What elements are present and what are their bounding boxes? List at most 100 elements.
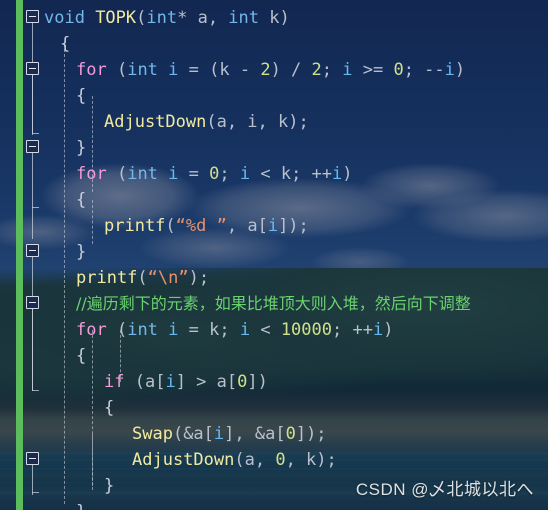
code-token: 0 (393, 60, 404, 80)
code-token: 0 (237, 372, 248, 392)
code-token: = (k - (178, 60, 261, 80)
code-line[interactable]: { (0, 395, 114, 421)
code-token: for (76, 320, 107, 340)
code-token: for (76, 60, 107, 80)
code-line[interactable]: for (int i = k; i < 10000; ++i) (0, 317, 393, 343)
code-token: ( (136, 8, 147, 28)
code-token: k) (259, 8, 290, 28)
code-line[interactable]: for (int i = (k - 2) / 2; i >= 0; --i) (0, 57, 465, 83)
code-token: “\n” (147, 268, 189, 288)
code-token: { (76, 86, 87, 106)
code-line[interactable]: { (0, 187, 86, 213)
code-token: { (76, 190, 87, 210)
code-token: (a, (234, 450, 276, 470)
code-token: printf (104, 216, 166, 236)
code-token: ]) (247, 372, 268, 392)
code-token: int (228, 8, 260, 28)
code-line[interactable]: } (0, 239, 86, 265)
code-token: < k; ++ (250, 164, 333, 184)
code-token: (a[ (124, 372, 166, 392)
code-token: } (104, 476, 115, 496)
code-token: ) / (270, 60, 312, 80)
code-token: = (178, 164, 210, 184)
code-token: , k); (285, 450, 337, 470)
code-token: { (104, 398, 115, 418)
code-token: 2 (311, 60, 322, 80)
code-token: } (76, 502, 86, 510)
code-line[interactable]: Swap(&a[i], &a[0]); (0, 421, 327, 447)
code-line[interactable]: } (0, 473, 114, 499)
code-token: void (44, 8, 96, 28)
code-token: i (267, 216, 279, 236)
code-token: i (332, 164, 343, 184)
code-token: { (60, 34, 71, 54)
code-token: AdjustDown (132, 450, 235, 470)
code-token: ; ++ (332, 320, 373, 340)
code-token: Swap (132, 424, 173, 444)
csdn-watermark: CSDN @乄北城以北へ (355, 480, 534, 499)
code-token: } (76, 138, 87, 158)
code-token: “%d ” (175, 216, 227, 236)
code-line[interactable]: AdjustDown(a, 0, k); (0, 447, 337, 473)
code-token: ; -- (403, 60, 445, 80)
code-token: ]); (278, 216, 309, 236)
code-token: ], &a[ (224, 424, 286, 444)
code-line[interactable]: printf(“%d ”, a[i]); (0, 213, 309, 239)
code-token: ( (106, 60, 128, 80)
code-line[interactable]: for (int i = 0; i < k; ++i) (0, 161, 353, 187)
code-line[interactable]: printf(“\n”); (0, 265, 209, 291)
code-token: ]); (295, 424, 327, 444)
code-line[interactable]: { (0, 31, 70, 57)
code-token: } (76, 242, 87, 262)
code-token: * a, (177, 8, 229, 28)
code-token: int (127, 164, 158, 184)
code-token: i (168, 320, 179, 340)
code-token: ( (137, 268, 148, 288)
code-token: int (127, 60, 158, 80)
code-token: 2 (260, 60, 271, 80)
code-editor[interactable]: void TOPK(int* a, int k){for (int i = (k… (0, 0, 548, 510)
code-token: >= (352, 60, 394, 80)
code-token: 0 (275, 450, 286, 470)
code-token: printf (76, 268, 138, 288)
code-token: ) (383, 320, 394, 340)
code-line[interactable]: AdjustDown(a, i, k); (0, 109, 309, 135)
code-token: AdjustDown (104, 112, 207, 132)
code-line[interactable]: { (0, 83, 86, 109)
code-line[interactable]: //遍历剩下的元素，如果比堆顶大则入堆，然后向下调整 (0, 291, 471, 317)
code-line[interactable]: if (a[i] > a[0]) (0, 369, 268, 395)
code-token: = k; (178, 320, 240, 340)
code-token: ( (106, 320, 128, 340)
code-token: i (168, 60, 179, 80)
code-token: , a[ (226, 216, 268, 236)
code-token: TOPK (95, 8, 137, 28)
code-token: int (146, 8, 178, 28)
code-token: ( (165, 216, 176, 236)
code-token: ; (321, 60, 343, 80)
code-token: i (239, 164, 251, 184)
code-token: ) (342, 164, 353, 184)
code-line[interactable]: void TOPK(int* a, int k) (0, 5, 290, 31)
code-token: ; (219, 164, 240, 184)
code-line[interactable]: { (0, 343, 86, 369)
code-token: int (127, 320, 158, 340)
code-token: < (250, 320, 281, 340)
code-line[interactable]: } (0, 135, 86, 161)
code-token: i (372, 320, 384, 340)
code-line[interactable]: } (0, 499, 86, 510)
code-token: if (104, 372, 125, 392)
code-token: i (213, 424, 225, 444)
code-token: 0 (285, 424, 296, 444)
code-token: 10000 (280, 320, 332, 340)
code-token: ); (188, 268, 210, 288)
code-token: i (165, 372, 176, 392)
code-token: i (168, 164, 179, 184)
code-token: 0 (209, 164, 220, 184)
code-token: ] > a[ (175, 372, 238, 392)
code-token: for (76, 164, 107, 184)
code-token: ) (454, 60, 466, 80)
code-token: i (444, 60, 455, 80)
